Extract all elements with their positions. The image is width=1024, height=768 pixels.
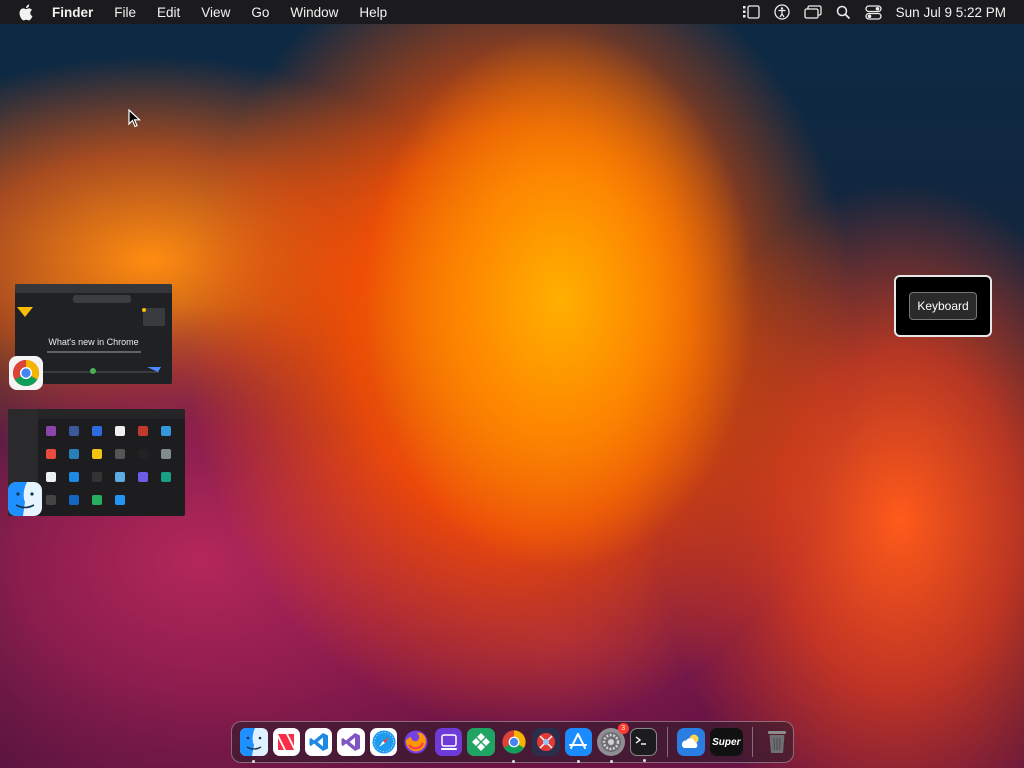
dock-trash[interactable] xyxy=(763,728,790,756)
menu-view[interactable]: View xyxy=(201,5,230,20)
vscode-icon xyxy=(309,733,328,751)
dock-vscode[interactable] xyxy=(304,728,333,756)
dock-safari[interactable] xyxy=(369,728,398,756)
menu-edit[interactable]: Edit xyxy=(157,5,180,20)
control-center-icon[interactable] xyxy=(865,4,882,20)
menu-window[interactable]: Window xyxy=(290,5,338,20)
stage-icon xyxy=(440,734,457,750)
menu-help[interactable]: Help xyxy=(359,5,387,20)
keyboard-label[interactable]: Keyboard xyxy=(909,292,977,320)
running-indicator xyxy=(643,759,647,762)
chrome-tabbar xyxy=(15,284,172,293)
trash-icon xyxy=(767,731,786,753)
gear-icon xyxy=(600,732,621,752)
weather-cloud-icon xyxy=(681,734,699,748)
dock: 3 Super xyxy=(231,721,794,763)
dock-super[interactable]: Super xyxy=(709,728,743,756)
dock-app-red[interactable] xyxy=(532,728,560,756)
dock-app-store[interactable] xyxy=(564,728,593,763)
safari-icon xyxy=(372,730,396,754)
dock-terminal[interactable] xyxy=(629,728,658,762)
accessibility-icon[interactable] xyxy=(774,4,790,20)
dock-news[interactable] xyxy=(272,728,300,756)
chrome-window-heading: What's new in Chrome xyxy=(48,337,139,347)
screen-mirroring-icon[interactable] xyxy=(804,5,822,19)
chrome-subtext-line xyxy=(47,351,141,353)
firefox-icon xyxy=(404,730,428,754)
dock-chrome[interactable] xyxy=(500,728,527,763)
dock-stage[interactable] xyxy=(434,728,463,756)
spotlight-search-icon[interactable] xyxy=(836,5,851,20)
mouse-cursor-icon xyxy=(128,108,142,133)
dock-app-green[interactable] xyxy=(467,728,495,756)
running-indicator xyxy=(609,760,613,763)
keyboard-overlay: Keyboard xyxy=(894,275,992,337)
dock-system-settings[interactable]: 3 xyxy=(597,723,629,763)
running-indicator xyxy=(512,760,516,763)
stage-manager-icon[interactable] xyxy=(742,5,760,19)
chrome-omnibox xyxy=(73,295,131,303)
satellite-icon xyxy=(536,733,555,751)
menu-file[interactable]: File xyxy=(114,5,136,20)
app-menu-finder[interactable]: Finder xyxy=(52,5,93,20)
finder-icon xyxy=(8,482,42,516)
menu-go[interactable]: Go xyxy=(251,5,269,20)
finder-icon xyxy=(239,728,268,756)
menu-bar: Finder File Edit View Go Window Help Sun… xyxy=(0,0,1024,24)
finder-app-grid xyxy=(46,426,171,505)
super-label: Super xyxy=(712,736,741,748)
chrome-icon xyxy=(501,730,526,754)
dock-firefox[interactable] xyxy=(402,728,429,756)
finder-toolbar xyxy=(38,409,185,419)
menubar-clock[interactable]: Sun Jul 9 5:22 PM xyxy=(896,5,1006,20)
apple-menu-icon[interactable] xyxy=(18,4,38,21)
chrome-icon xyxy=(9,356,43,390)
visual-studio-icon xyxy=(341,733,361,751)
dock-weather[interactable] xyxy=(677,728,705,756)
dock-visual-studio[interactable] xyxy=(337,728,365,756)
diamond-grid-icon xyxy=(472,733,491,751)
desktop-wallpaper xyxy=(0,0,1024,768)
news-icon xyxy=(278,734,295,750)
running-indicator xyxy=(252,760,255,763)
running-indicator xyxy=(577,760,581,763)
dock-finder[interactable] xyxy=(239,728,268,763)
dock-separator xyxy=(752,727,754,757)
app-store-icon xyxy=(569,733,588,749)
terminal-icon xyxy=(635,736,647,745)
notification-badge: 3 xyxy=(617,723,629,734)
dock-separator xyxy=(666,727,668,757)
